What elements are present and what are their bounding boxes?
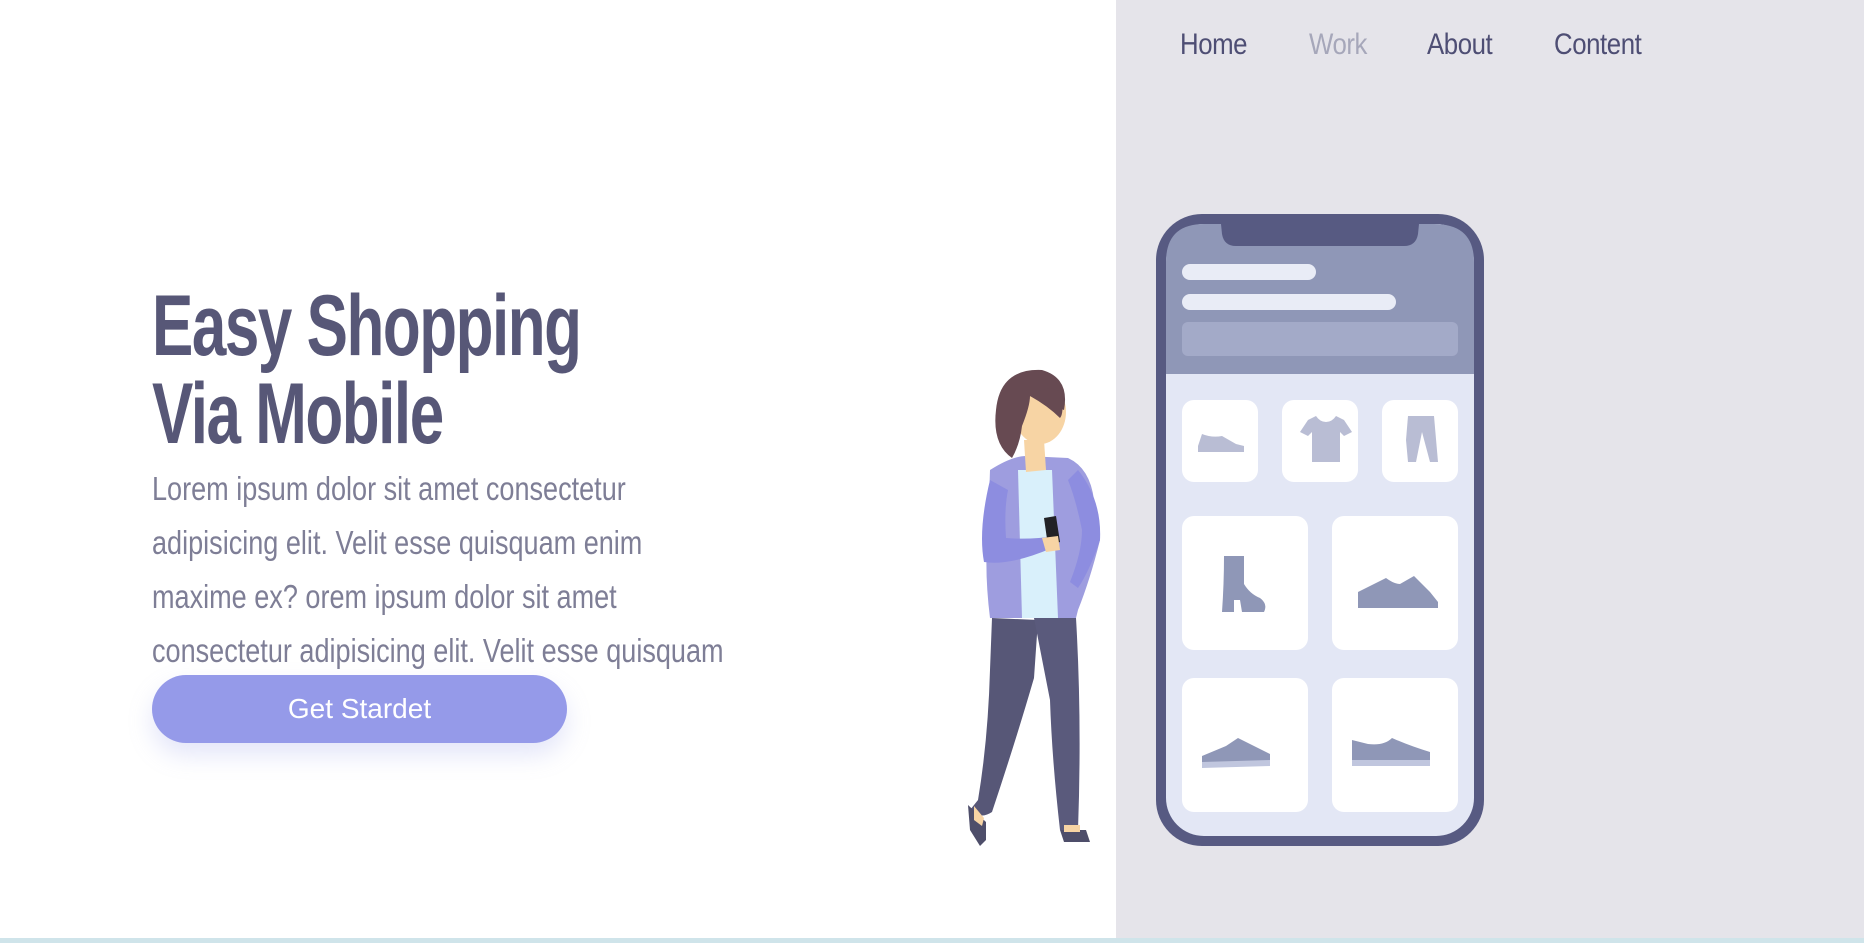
nav-home-link[interactable]: Home <box>1180 28 1248 62</box>
shopping-illustration <box>968 214 1484 846</box>
woman-figure <box>968 369 1101 846</box>
hero-title-line-1: Easy Shopping <box>152 278 582 374</box>
get-started-button[interactable]: Get Stardet <box>152 675 567 743</box>
main-nav: Home Work About Content <box>1180 28 1656 62</box>
bottom-strip <box>0 938 1864 943</box>
phone-mockup <box>1156 214 1484 846</box>
nav-work-link[interactable]: Work <box>1309 28 1367 62</box>
hero-title-line-2: Via Mobile <box>152 366 444 462</box>
hero-title: Easy Shopping Via Mobile <box>152 282 670 458</box>
nav-about-link[interactable]: About <box>1427 28 1493 62</box>
landing-page: Home Work About Content Easy Shopping Vi… <box>0 0 1864 943</box>
nav-content-link[interactable]: Content <box>1554 28 1642 62</box>
